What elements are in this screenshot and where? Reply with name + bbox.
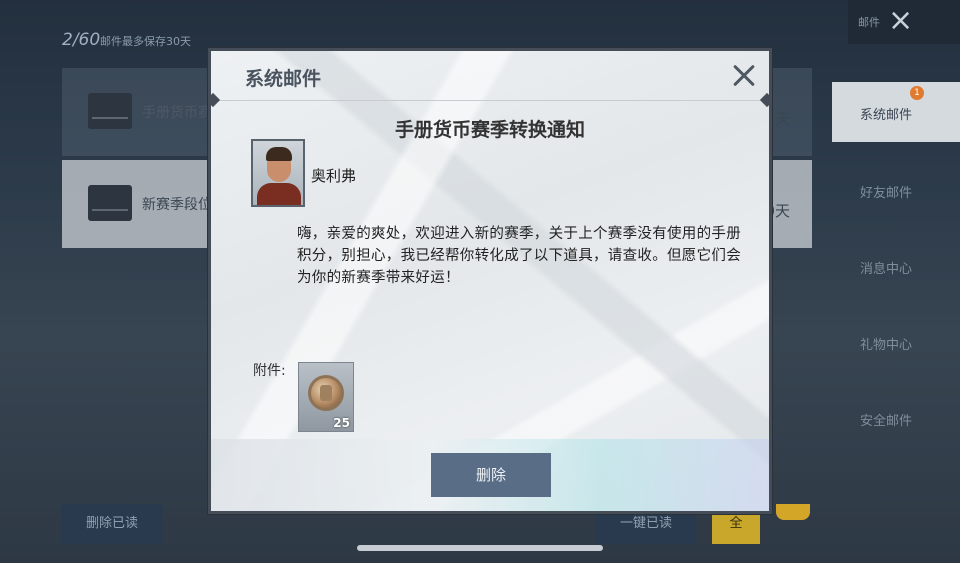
tab-friend-mail[interactable]: 好友邮件	[832, 160, 960, 220]
mail-retention-note: 邮件最多保存30天	[100, 35, 191, 48]
tab-label: 消息中心	[860, 262, 913, 277]
mail-subject: 手册货币赛季转换通知	[394, 119, 585, 141]
envelope-icon	[88, 93, 132, 129]
envelope-icon	[88, 185, 132, 221]
close-icon[interactable]	[727, 59, 761, 93]
tab-system-mail[interactable]: 1 系统邮件	[832, 82, 960, 142]
dialog-header: 系统邮件	[211, 51, 769, 101]
mail-list-item-title: 新赛季段位	[142, 197, 212, 213]
delete-read-button[interactable]: 删除已读	[62, 504, 162, 544]
tab-label: 礼物中心	[860, 338, 913, 353]
mail-counter: 2/60	[62, 30, 101, 50]
tab-gift-center[interactable]: 礼物中心	[832, 312, 960, 372]
tab-label: 系统邮件	[860, 108, 913, 123]
close-icon[interactable]: ×	[888, 4, 913, 38]
mail-list-item-title: 手册货币赛	[142, 105, 212, 121]
attachment-count: 25	[333, 416, 350, 430]
dialog-title: 系统邮件	[245, 68, 322, 90]
mail-screen-title: 邮件	[858, 16, 880, 29]
avatar	[251, 139, 305, 207]
delete-button[interactable]: 删除	[431, 453, 551, 497]
mail-detail-dialog: 系统邮件 手册货币赛季转换通知 奥利弗 嗨，亲爱的爽处，欢迎进入新的赛季，关于上…	[208, 48, 772, 514]
mail-body-text: 嗨，亲爱的爽处，欢迎进入新的赛季，关于上个赛季没有使用的手册积分，别担心，我已经…	[297, 226, 741, 286]
tab-message-center[interactable]: 消息中心	[832, 236, 960, 296]
home-indicator[interactable]	[357, 545, 603, 551]
tab-security-mail[interactable]: 安全邮件	[832, 388, 960, 448]
decorative-tab	[776, 504, 810, 520]
unread-badge: 1	[910, 86, 924, 100]
mail-list-item-expiry: 天	[774, 110, 790, 128]
tab-label: 好友邮件	[860, 186, 913, 201]
attachments-label: 附件:	[253, 363, 286, 379]
tab-label: 安全邮件	[860, 414, 913, 429]
attachment-item[interactable]: 25	[298, 362, 354, 432]
sender-name: 奥利弗	[311, 167, 357, 185]
coin-icon	[308, 375, 344, 411]
